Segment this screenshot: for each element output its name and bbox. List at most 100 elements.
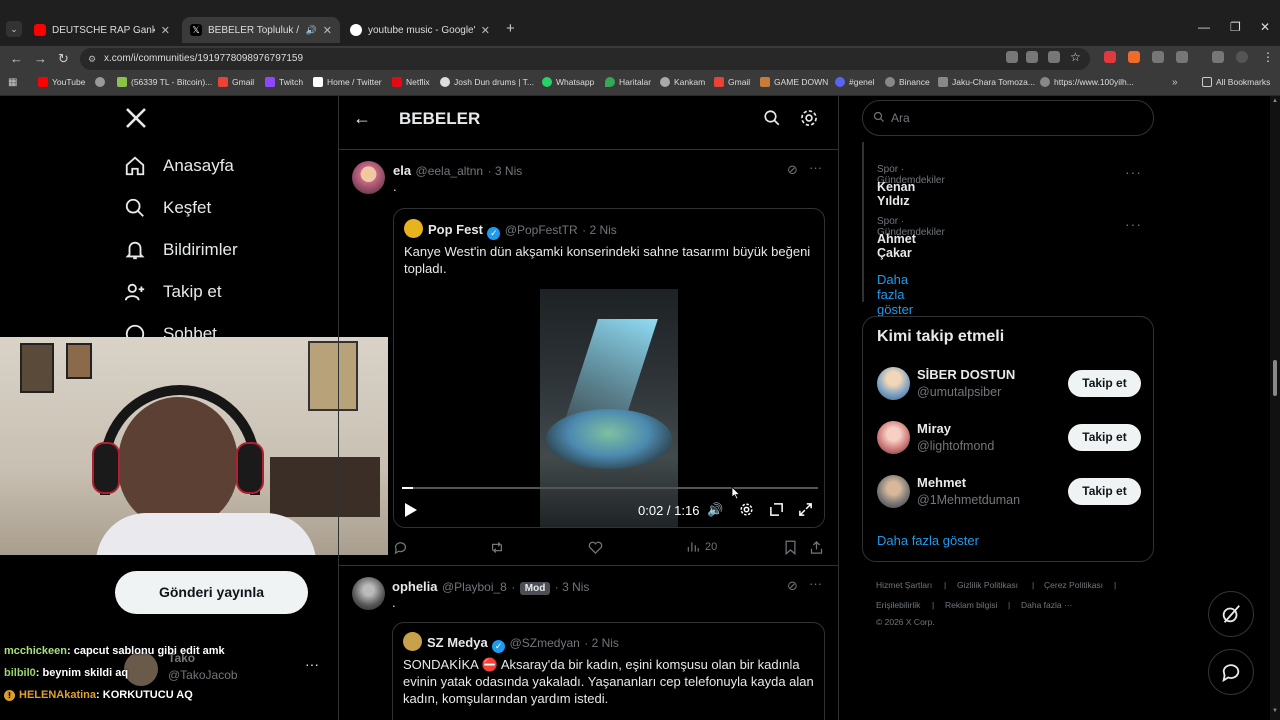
- avatar[interactable]: [877, 421, 910, 454]
- footer-link-more[interactable]: Daha fazla ···: [1021, 600, 1073, 610]
- tweet-time[interactable]: · 3 Nis: [555, 580, 590, 594]
- views-button[interactable]: 20: [686, 540, 717, 554]
- search-input[interactable]: Ara: [862, 100, 1154, 136]
- share-button[interactable]: [809, 540, 824, 555]
- more-icon[interactable]: ···: [305, 656, 319, 672]
- bookmark-star-icon[interactable]: ☆: [1070, 50, 1081, 64]
- translate-icon[interactable]: [1006, 51, 1018, 63]
- like-button[interactable]: [588, 540, 603, 555]
- close-window-icon[interactable]: ✕: [1260, 20, 1270, 34]
- follow-button[interactable]: Takip et: [1068, 478, 1141, 505]
- tweet[interactable]: ela @eela_altnn · 3 Nis ⊘ ··· . Pop Fest…: [339, 151, 838, 566]
- bookmark[interactable]: (56339 TL - Bitcoin)...: [117, 77, 212, 87]
- all-bookmarks[interactable]: All Bookmarks: [1202, 77, 1270, 87]
- tab-google-search[interactable]: youtube music - Google'da Ara ✕: [342, 17, 498, 43]
- video-player[interactable]: 0:02 / 1:16 🔊: [394, 289, 824, 527]
- x-logo-icon[interactable]: [124, 106, 148, 135]
- avatar[interactable]: [352, 577, 385, 610]
- repost-button[interactable]: [489, 540, 505, 555]
- close-tab-icon[interactable]: ✕: [323, 24, 332, 37]
- grok-icon[interactable]: ⊘: [787, 578, 798, 594]
- scrollbar[interactable]: ▲ ▼: [1270, 96, 1280, 720]
- author-handle[interactable]: @Playboi_8: [442, 580, 507, 594]
- url-field[interactable]: ⚙ x.com/i/communities/191977809897679715…: [80, 48, 1090, 70]
- show-more-link[interactable]: Daha fazla göster: [877, 272, 913, 317]
- extension-icon[interactable]: [1128, 51, 1140, 63]
- avatar[interactable]: [352, 161, 385, 194]
- bookmark[interactable]: Josh Dun drums | T...: [440, 77, 534, 87]
- author-name[interactable]: ophelia: [392, 579, 438, 594]
- speaker-icon[interactable]: 🔊: [306, 25, 317, 36]
- extension-icon[interactable]: [1152, 51, 1164, 63]
- tab-x-community[interactable]: 𝕏 BEBELER Topluluk / X 🔊 ✕: [182, 17, 340, 43]
- bookmark[interactable]: Home / Twitter: [313, 77, 382, 87]
- grok-button[interactable]: [1208, 591, 1254, 637]
- picture-in-picture-icon[interactable]: [769, 502, 784, 522]
- footer-link-accessibility[interactable]: Erişilebilirlik: [876, 600, 920, 610]
- bookmark-button[interactable]: [784, 540, 797, 555]
- nav-home[interactable]: Anasayfa: [124, 155, 234, 177]
- back-arrow-icon[interactable]: ←: [353, 108, 371, 129]
- scroll-down-arrow-icon[interactable]: ▼: [1272, 708, 1278, 714]
- reading-list-icon[interactable]: [1212, 51, 1224, 63]
- bookmark[interactable]: Haritalar: [605, 77, 651, 87]
- more-icon[interactable]: ···: [1125, 216, 1142, 232]
- user-name[interactable]: Miray: [917, 421, 951, 436]
- bookmark[interactable]: Netflix: [392, 77, 430, 87]
- tab-list-dropdown-icon[interactable]: ⌄: [6, 21, 22, 37]
- nav-notifications[interactable]: Bildirimler: [124, 239, 238, 261]
- bookmark[interactable]: Twitch: [265, 77, 303, 87]
- volume-icon[interactable]: 🔊: [707, 502, 723, 518]
- quoted-tweet[interactable]: SZ Medya ✓ @SZmedyan · 2 Nis SONDAKİKA ⛔…: [392, 622, 825, 720]
- trend-name[interactable]: Kenan Yıldız: [877, 180, 915, 208]
- install-icon[interactable]: [1026, 51, 1038, 63]
- follow-button[interactable]: Takip et: [1068, 370, 1141, 397]
- more-icon[interactable]: ···: [1125, 164, 1142, 180]
- extensions-puzzle-icon[interactable]: [1176, 51, 1188, 63]
- author-name[interactable]: ela: [393, 163, 411, 178]
- more-bookmarks-icon[interactable]: »: [1172, 77, 1178, 88]
- profile-avatar[interactable]: [1236, 51, 1248, 63]
- browser-menu-icon[interactable]: ⋮: [1262, 50, 1274, 64]
- bookmark[interactable]: YouTube: [38, 77, 85, 87]
- zoom-icon[interactable]: [1048, 51, 1060, 63]
- bookmark[interactable]: [95, 77, 109, 87]
- more-icon[interactable]: ···: [809, 576, 822, 591]
- quoted-tweet[interactable]: Pop Fest ✓ @PopFestTR · 2 Nis Kanye West…: [393, 208, 825, 528]
- bookmark[interactable]: #genel: [835, 77, 875, 87]
- follow-button[interactable]: Takip et: [1068, 424, 1141, 451]
- tab-youtube[interactable]: DEUTSCHE RAP Gankster Brudi ✕: [26, 17, 178, 43]
- apps-grid-icon[interactable]: ▦: [8, 77, 17, 88]
- bookmark[interactable]: Jaku-Chara Tomoza...: [938, 77, 1035, 87]
- minimize-icon[interactable]: —: [1198, 20, 1210, 34]
- user-name[interactable]: Mehmet: [917, 475, 966, 490]
- scrollbar-thumb[interactable]: [1273, 360, 1277, 396]
- bookmark[interactable]: Whatsapp: [542, 77, 594, 87]
- settings-gear-icon[interactable]: [799, 108, 819, 133]
- bookmark[interactable]: GAME DOWN: [760, 77, 828, 87]
- user-handle[interactable]: @1Mehmetduman: [917, 493, 1020, 507]
- forward-icon[interactable]: →: [34, 51, 47, 66]
- bookmark[interactable]: https://www.100yilh...: [1040, 77, 1134, 87]
- bookmark[interactable]: Gmail: [714, 77, 750, 87]
- footer-link-cookies[interactable]: Çerez Politikası: [1044, 580, 1103, 590]
- video-progress-track[interactable]: [402, 487, 818, 489]
- show-more-link[interactable]: Daha fazla göster: [877, 533, 979, 548]
- post-button[interactable]: Gönderi yayınla: [115, 571, 308, 614]
- footer-link-ads[interactable]: Reklam bilgisi: [945, 600, 997, 610]
- avatar[interactable]: [877, 367, 910, 400]
- reload-icon[interactable]: ↻: [58, 51, 69, 67]
- nav-explore[interactable]: Keşfet: [124, 197, 211, 219]
- scroll-up-arrow-icon[interactable]: ▲: [1272, 98, 1278, 104]
- footer-link-privacy[interactable]: Gizlilik Politikası: [957, 580, 1018, 590]
- author-handle[interactable]: @eela_altnn: [416, 164, 484, 178]
- footer-link-terms[interactable]: Hizmet Şartları: [876, 580, 932, 590]
- search-icon[interactable]: [763, 109, 781, 132]
- more-icon[interactable]: ···: [809, 160, 822, 175]
- play-icon[interactable]: [404, 502, 418, 523]
- user-handle[interactable]: @umutalpsiber: [917, 385, 1001, 399]
- user-handle[interactable]: @lightofmond: [917, 439, 994, 453]
- back-icon[interactable]: ←: [10, 51, 23, 66]
- user-name[interactable]: SİBER DOSTUN: [917, 367, 1015, 382]
- video-settings-icon[interactable]: [739, 502, 754, 522]
